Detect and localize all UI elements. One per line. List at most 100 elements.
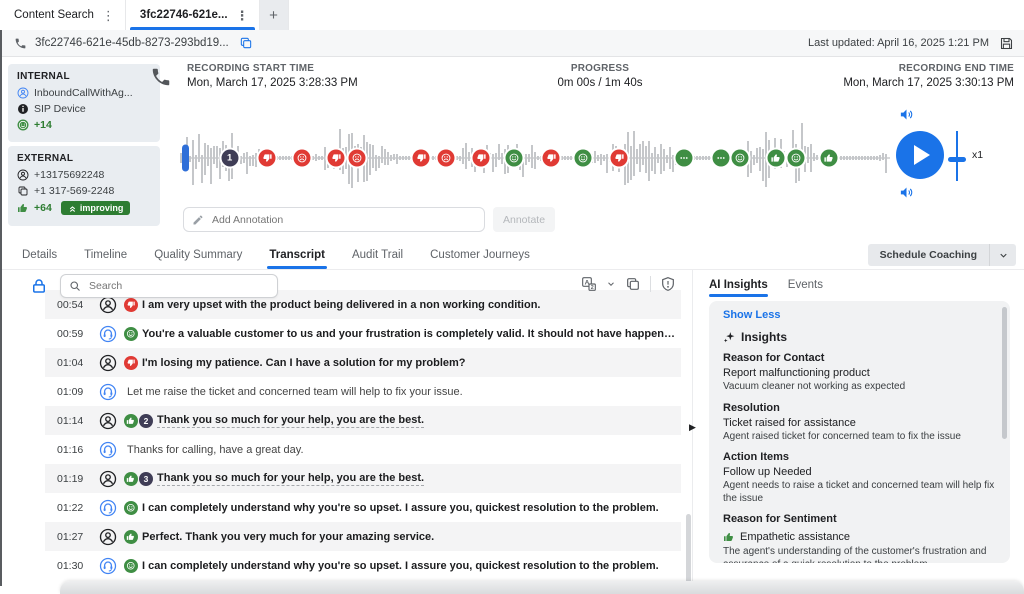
insights-title: Insights (741, 330, 787, 344)
transcript-row[interactable]: 01:22I can completely understand why you… (45, 493, 681, 522)
chevron-down-icon[interactable] (990, 250, 1016, 261)
play-button[interactable] (896, 131, 944, 179)
marker-thumb-up-icon[interactable] (820, 150, 837, 167)
agent-avatar-icon (99, 383, 117, 401)
kebab-menu-icon[interactable]: ⋮ (100, 9, 117, 22)
ai-panel: ▶ AI InsightsEvents Show Less Insights R… (692, 270, 1024, 594)
redaction-shield-icon[interactable] (660, 276, 676, 292)
playhead-handle[interactable] (182, 145, 189, 172)
pencil-icon (192, 214, 204, 226)
marker-thumb-down-icon[interactable] (543, 150, 560, 167)
double-chevron-up-icon (68, 204, 77, 213)
row-text: I can completely understand why you're s… (142, 502, 659, 514)
marker-thumb-down-icon[interactable] (413, 150, 430, 167)
save-icon[interactable] (999, 36, 1014, 51)
transcript-toolbar: A2 (0, 272, 692, 300)
external-alt-number: +1 317-569-2248 (34, 185, 114, 197)
row-sentiments (124, 327, 139, 341)
transcript-scrollbar[interactable] (686, 514, 691, 588)
show-less-link[interactable]: Show Less (723, 309, 996, 321)
annotate-button[interactable]: Annotate (493, 207, 555, 232)
marker-smile-icon[interactable] (732, 150, 749, 167)
speed-slider[interactable] (956, 131, 958, 181)
info-icon (17, 103, 29, 115)
customer-avatar-icon (99, 470, 117, 488)
marker-dots-icon[interactable] (713, 150, 730, 167)
tab-details[interactable]: Details (22, 240, 57, 269)
internal-title: INTERNAL (17, 71, 151, 82)
tab-audit-trail[interactable]: Audit Trail (352, 240, 403, 269)
transcript-row[interactable]: 01:27Perfect. Thank you very much for yo… (45, 522, 681, 551)
transcript-row[interactable]: 01:142Thank you so much for your help, y… (45, 406, 681, 435)
sparkle-icon (723, 331, 736, 344)
transcript-row[interactable]: 01:04I'm losing my patience. Can I have … (45, 348, 681, 377)
speed-slider-handle[interactable] (948, 157, 966, 162)
recording-start-label: RECORDING START TIME (187, 63, 358, 74)
tab-transcript[interactable]: Transcript (269, 240, 325, 269)
tab-recording[interactable]: 3fc22746-621e... ⋮ (126, 0, 260, 30)
marker-count-icon[interactable]: 1 (221, 150, 238, 167)
bottom-sheet-edge[interactable] (60, 581, 1024, 594)
annotation-input[interactable] (210, 213, 476, 227)
volume-down-icon[interactable] (899, 185, 914, 200)
copy-transcript-icon[interactable] (625, 276, 641, 292)
recording-start-block: RECORDING START TIME Mon, March 17, 2025… (187, 63, 358, 89)
panel-expand-arrow-icon[interactable]: ▶ (689, 422, 696, 433)
row-sentiments (124, 501, 139, 515)
tab-content-search[interactable]: Content Search ⋮ (0, 0, 126, 30)
agent-avatar-icon (99, 499, 117, 517)
marker-thumb-down-icon[interactable] (259, 150, 276, 167)
waveform[interactable]: 1 (180, 112, 890, 204)
section-tabnav: Details Timeline Quality Summary Transcript… (0, 240, 1024, 270)
ai-panel-scrollbar[interactable] (1002, 307, 1007, 439)
marker-thumb-down-icon[interactable] (611, 150, 628, 167)
ai-tab-ai-insights[interactable]: AI Insights (709, 279, 768, 297)
schedule-coaching-button[interactable]: Schedule Coaching (868, 244, 1016, 266)
tab-content-search-label: Content Search (14, 9, 94, 21)
agent-avatar-icon (99, 557, 117, 575)
ai-section-primary: Ticket raised for assistance (723, 417, 996, 429)
transcript-row[interactable]: 01:09Let me raise the ticket and concern… (45, 377, 681, 406)
marker-smile-icon[interactable] (788, 150, 805, 167)
transcript-row[interactable]: 00:59You're a valuable customer to us an… (45, 319, 681, 348)
row-text: I am very upset with the product being d… (142, 299, 541, 311)
row-timestamp: 01:04 (57, 357, 99, 369)
transcript-row[interactable]: 01:16Thanks for calling, have a great da… (45, 435, 681, 464)
sentiment-thumb-up-icon (124, 414, 138, 428)
translate-icon[interactable]: A2 (581, 276, 597, 292)
marker-sad-icon[interactable] (294, 150, 311, 167)
recording-end-block: RECORDING END TIME Mon, March 17, 2025 3… (843, 63, 1014, 89)
player-section: INTERNAL InboundCallWithAg... SIP Device… (0, 57, 1024, 240)
marker-thumb-down-icon[interactable] (328, 150, 345, 167)
row-text: You're a valuable customer to us and you… (142, 328, 681, 340)
transcript-row[interactable]: 01:193Thank you so much for your help, y… (45, 464, 681, 493)
lock-icon[interactable] (30, 277, 48, 295)
sentiment-smile-icon (124, 327, 138, 341)
marker-thumb-down-icon[interactable] (473, 150, 490, 167)
tab-timeline[interactable]: Timeline (84, 240, 127, 269)
window-tabstrip: Content Search ⋮ 3fc22746-621e... ⋮ + (0, 0, 1024, 31)
marker-sad-icon[interactable] (348, 150, 365, 167)
sentiment-reason-item: Empathetic assistanceThe agent's underst… (723, 531, 996, 563)
search-input[interactable] (87, 279, 269, 293)
kebab-menu-icon[interactable]: ⋮ (234, 9, 251, 22)
marker-thumb-up-icon[interactable] (768, 150, 785, 167)
tab-quality-summary[interactable]: Quality Summary (154, 240, 242, 269)
new-tab-button[interactable]: + (260, 0, 289, 30)
sentiment-thumb-down-icon (124, 356, 138, 370)
marker-smile-icon[interactable] (574, 150, 591, 167)
play-icon (914, 145, 930, 165)
copy-call-id-icon[interactable] (239, 36, 253, 50)
transcript-row[interactable]: 01:30I can completely understand why you… (45, 551, 681, 580)
marker-smile-icon[interactable] (506, 150, 523, 167)
tab-customer-journeys[interactable]: Customer Journeys (430, 240, 530, 269)
sentiment-reason-title: Empathetic assistance (740, 531, 850, 543)
transcript-tools: A2 (581, 276, 676, 292)
copy-number-icon[interactable] (17, 185, 29, 197)
marker-dots-icon[interactable] (676, 150, 693, 167)
marker-sad-icon[interactable] (437, 150, 454, 167)
volume-up-icon[interactable] (899, 107, 914, 122)
ai-tab-events[interactable]: Events (788, 279, 823, 297)
ai-section-primary: Follow up Needed (723, 466, 996, 478)
chevron-down-icon[interactable] (606, 279, 616, 289)
